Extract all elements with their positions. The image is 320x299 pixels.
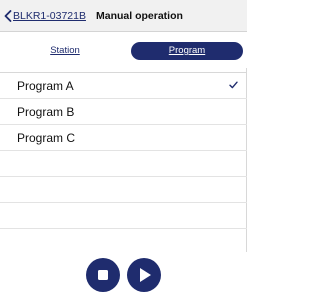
tab-station[interactable]: Station — [10, 42, 120, 60]
list-item-program-a[interactable]: Program A — [0, 73, 247, 99]
device-id-link[interactable]: BLKR1-03721B — [13, 10, 86, 23]
play-icon — [140, 268, 151, 282]
chevron-left-icon[interactable] — [4, 10, 12, 22]
play-button[interactable] — [127, 258, 161, 292]
stop-icon — [98, 270, 108, 280]
empty-list-row — [0, 203, 247, 229]
list-item-label: Program A — [17, 79, 74, 93]
list-item-program-c[interactable]: Program C — [0, 125, 247, 151]
navigation-bar: BLKR1-03721B Manual operation — [0, 0, 247, 32]
segmented-control: Station Program — [0, 32, 247, 68]
manual-operation-screen: BLKR1-03721B Manual operation Station Pr… — [0, 0, 247, 299]
tab-program[interactable]: Program — [131, 42, 243, 60]
list-item-label: Program B — [17, 105, 75, 119]
stop-button[interactable] — [86, 258, 120, 292]
empty-list-row — [0, 177, 247, 203]
program-list: Program A Program B Program C — [0, 72, 247, 229]
page-title: Manual operation — [96, 10, 183, 22]
list-item-program-b[interactable]: Program B — [0, 99, 247, 125]
empty-list-row — [0, 151, 247, 177]
playback-controls — [0, 252, 247, 299]
checkmark-icon — [229, 81, 238, 89]
list-item-label: Program C — [17, 131, 76, 145]
